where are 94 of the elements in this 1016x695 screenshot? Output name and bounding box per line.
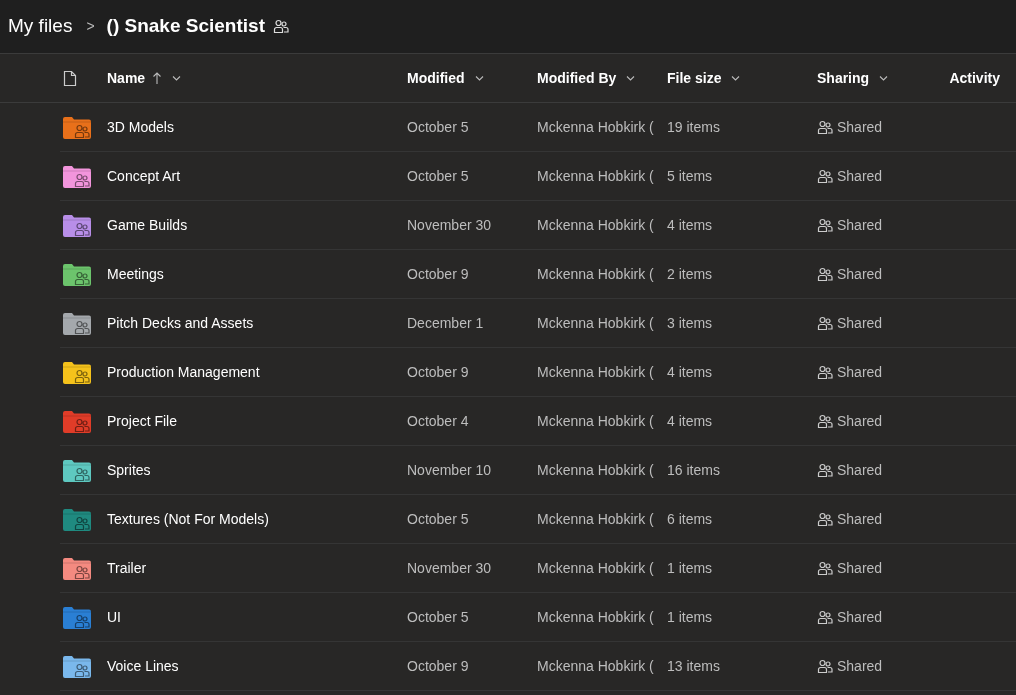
sharing-status: Shared [837, 166, 883, 186]
sharing-status: Shared [837, 362, 883, 382]
sharing-status: Shared [837, 313, 883, 333]
people-icon [817, 266, 833, 282]
file-size: 6 items [667, 509, 714, 529]
file-size: 1 items [667, 558, 714, 578]
breadcrumb-link[interactable]: My files [8, 12, 73, 41]
file-size: 4 items [667, 215, 714, 235]
people-icon [817, 119, 833, 135]
modified-date: October 5 [407, 607, 470, 627]
table-row[interactable]: Concept Art October 5 Mckenna Hobkirk ( 5 items Shared [60, 152, 1016, 201]
folder-name[interactable]: Game Builds [107, 214, 407, 236]
table-row[interactable]: 3D Models October 5 Mckenna Hobkirk ( 19 items Shared [60, 103, 1016, 152]
people-icon [817, 364, 833, 380]
sharing-status: Shared [837, 607, 883, 627]
modified-by: Mckenna Hobkirk ( [537, 166, 655, 186]
breadcrumb-current: () Snake Scientist [106, 14, 265, 39]
file-size: 19 items [667, 117, 721, 137]
file-type-icon [63, 70, 77, 88]
folder-name[interactable]: Pitch Decks and Assets [107, 312, 407, 334]
modified-by: Mckenna Hobkirk ( [537, 117, 655, 137]
modified-by: Mckenna Hobkirk ( [537, 264, 655, 284]
column-header[interactable]: Modified [407, 67, 465, 89]
file-size: 4 items [667, 362, 714, 382]
table-row[interactable]: Production Management October 9 Mckenna Hobkirk ( 4 items Shared [60, 348, 1016, 397]
table-row[interactable]: Textures (Not For Models) October 5 Mckenna Hobkirk ( 6 items Shared [60, 495, 1016, 544]
table-row[interactable]: Project File October 4 Mckenna Hobkirk ( 4 items Shared [60, 397, 1016, 446]
folder-name[interactable]: Trailer [107, 557, 407, 579]
modified-by: Mckenna Hobkirk ( [537, 509, 655, 529]
people-icon [817, 315, 833, 331]
table-row[interactable]: Game Builds November 30 Mckenna Hobkirk ( 4 items Shared [60, 201, 1016, 250]
sharing-status: Shared [837, 558, 883, 578]
modified-by: Mckenna Hobkirk ( [537, 313, 655, 333]
file-size: 2 items [667, 264, 714, 284]
folder-name[interactable]: Meetings [107, 263, 407, 285]
sharing-status: Shared [837, 460, 883, 480]
modified-date: October 9 [407, 362, 470, 382]
modified-date: October 4 [407, 411, 470, 431]
sharing-status: Shared [837, 656, 883, 676]
file-size: 5 items [667, 166, 714, 186]
file-size: 1 items [667, 607, 714, 627]
people-icon [817, 658, 833, 674]
sharing-status: Shared [837, 509, 883, 529]
file-size: 4 items [667, 411, 714, 431]
folder-name[interactable]: Sprites [107, 459, 407, 481]
modified-by: Mckenna Hobkirk ( [537, 558, 655, 578]
table-row[interactable]: Pitch Decks and Assets December 1 Mckenna Hobkirk ( 3 items Shared [60, 299, 1016, 348]
modified-date: November 10 [407, 460, 493, 480]
column-header[interactable]: Activity [949, 67, 1000, 89]
folder-name[interactable]: Concept Art [107, 165, 407, 187]
modified-date: October 5 [407, 166, 470, 186]
table-row[interactable]: Trailer November 30 Mckenna Hobkirk ( 1 items Shared [60, 544, 1016, 593]
people-icon [817, 168, 833, 184]
sharing-status: Shared [837, 215, 883, 235]
modified-by: Mckenna Hobkirk ( [537, 215, 655, 235]
folder-name[interactable]: 3D Models [107, 116, 407, 138]
table-row[interactable]: Sprites November 10 Mckenna Hobkirk ( 16 items Shared [60, 446, 1016, 495]
modified-date: October 5 [407, 117, 470, 137]
modified-date: October 9 [407, 656, 470, 676]
column-header[interactable]: File size [667, 67, 722, 89]
modified-by: Mckenna Hobkirk ( [537, 460, 655, 480]
modified-date: November 30 [407, 558, 493, 578]
modified-by: Mckenna Hobkirk ( [537, 362, 655, 382]
file-size: 16 items [667, 460, 721, 480]
modified-date: December 1 [407, 313, 485, 333]
sharing-status: Shared [837, 117, 883, 137]
folder-name[interactable]: Textures (Not For Models) [107, 508, 407, 530]
file-size: 13 items [667, 656, 721, 676]
folder-name[interactable]: Voice Lines [107, 655, 407, 677]
column-header[interactable]: Modified By [537, 67, 617, 89]
modified-by: Mckenna Hobkirk ( [537, 656, 655, 676]
table-row[interactable]: UI October 5 Mckenna Hobkirk ( 1 items Shared [60, 593, 1016, 642]
column-header[interactable]: Name [107, 67, 146, 89]
breadcrumb-separator: > [86, 17, 95, 36]
modified-by: Mckenna Hobkirk ( [537, 607, 655, 627]
people-icon [817, 462, 833, 478]
people-icon [817, 560, 833, 576]
people-icon [817, 609, 833, 625]
modified-date: October 9 [407, 264, 470, 284]
file-size: 3 items [667, 313, 714, 333]
sharing-status: Shared [837, 411, 883, 431]
people-icon [817, 511, 833, 527]
folder-name[interactable]: Production Management [107, 361, 407, 383]
people-icon [817, 413, 833, 429]
modified-date: November 30 [407, 215, 493, 235]
column-header[interactable]: Sharing [817, 67, 870, 89]
modified-by: Mckenna Hobkirk ( [537, 411, 655, 431]
table-row[interactable]: Voice Lines October 9 Mckenna Hobkirk ( 13 items Shared [60, 642, 1016, 691]
sharing-status: Shared [837, 264, 883, 284]
modified-date: October 5 [407, 509, 470, 529]
people-icon [817, 217, 833, 233]
folder-name[interactable]: Project File [107, 410, 407, 432]
folder-name[interactable]: UI [107, 606, 407, 628]
table-row[interactable]: Meetings October 9 Mckenna Hobkirk ( 2 items Shared [60, 250, 1016, 299]
